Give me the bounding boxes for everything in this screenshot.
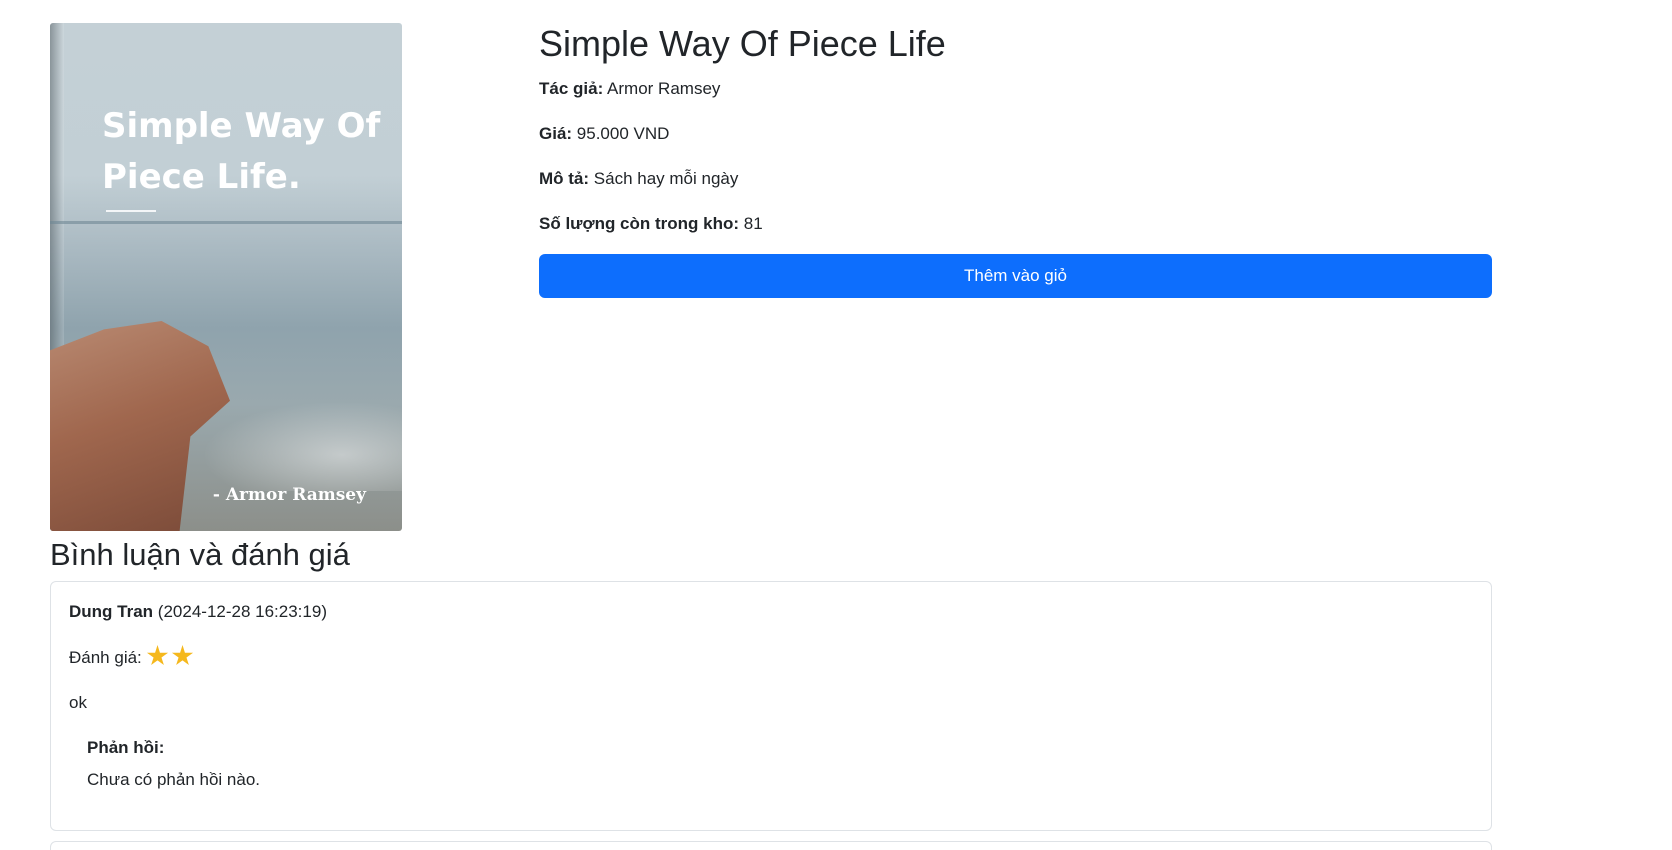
cover-surf [202, 401, 402, 491]
add-to-cart-button[interactable]: Thêm vào giỏ [539, 254, 1492, 298]
cover-author-text: - Armor Ramsey [212, 485, 366, 505]
star-icon [171, 645, 194, 666]
stock-value: 81 [743, 214, 763, 233]
author-value: Armor Ramsey [607, 79, 721, 98]
description-row: Mô tả: Sách hay mỗi ngày [539, 167, 1492, 191]
price-row: Giá: 95.000 VND [539, 122, 1492, 146]
cover-divider [106, 210, 156, 212]
description-label: Mô tả: [539, 169, 590, 188]
author-label: Tác giả: [539, 79, 604, 98]
price-label: Giá: [539, 124, 573, 143]
review-card [50, 841, 1492, 850]
description-value: Sách hay mỗi ngày [593, 169, 739, 188]
star-icon [146, 645, 169, 666]
review-rating: Đánh giá: [69, 645, 1473, 670]
cover-horizon [50, 221, 402, 224]
product-info: Simple Way Of Piece Life Tác giả: Armor … [539, 22, 1492, 298]
price-value: 95.000 VND [576, 124, 670, 143]
reply-text: Chưa có phản hồi nào. [87, 770, 261, 789]
rating-label: Đánh giá: [69, 648, 142, 667]
review-card: Dung Tran (2024-12-28 16:23:19) Đánh giá… [50, 581, 1492, 831]
reply-label: Phản hồi: [87, 738, 165, 757]
reviews-heading: Bình luận và đánh giá [50, 537, 350, 572]
review-reply: Phản hồi: Chưa có phản hồi nào. [69, 736, 1473, 790]
stock-label: Số lượng còn trong kho: [539, 214, 740, 233]
review-header: Dung Tran (2024-12-28 16:23:19) [69, 600, 1473, 624]
rating-stars [146, 645, 197, 667]
book-cover-image: Simple Way Of Piece Life. - Armor Ramsey [50, 23, 402, 531]
review-user: Dung Tran [69, 602, 154, 621]
review-comment: ok [69, 693, 87, 712]
review-timestamp: (2024-12-28 16:23:19) [157, 602, 327, 621]
product-title: Simple Way Of Piece Life [539, 23, 946, 64]
author-row: Tác giả: Armor Ramsey [539, 77, 1492, 101]
cover-title-text: Simple Way Of Piece Life. [102, 106, 381, 197]
stock-row: Số lượng còn trong kho: 81 [539, 212, 1492, 236]
